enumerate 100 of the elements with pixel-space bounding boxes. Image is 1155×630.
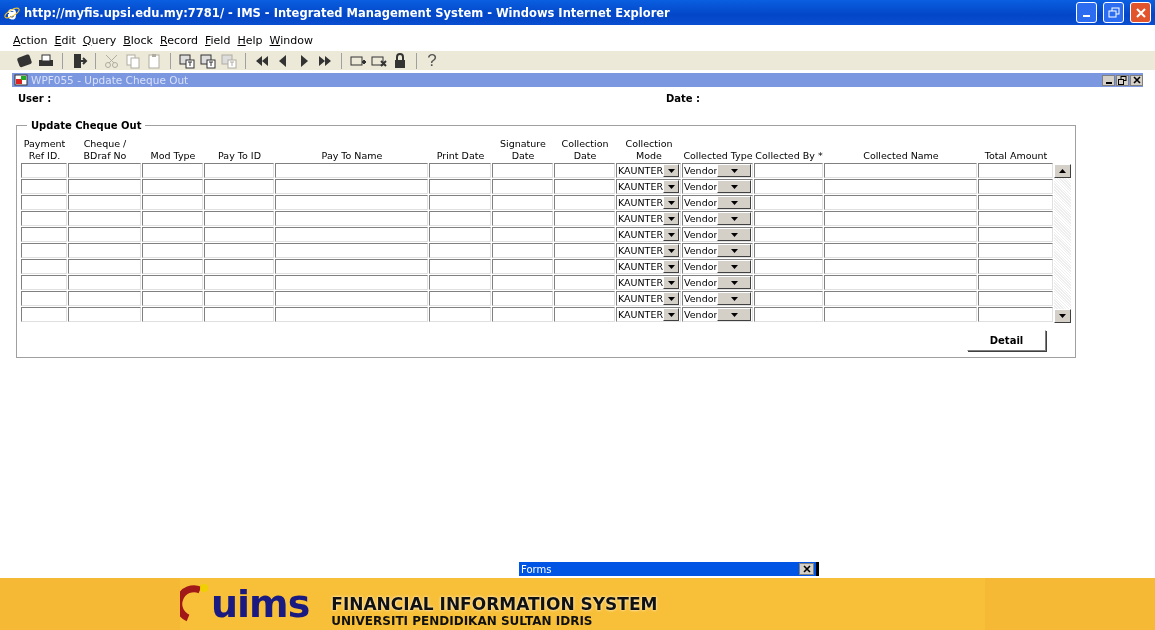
input-field[interactable] bbox=[554, 179, 615, 194]
input-field[interactable] bbox=[142, 211, 203, 226]
help-button[interactable]: ? bbox=[424, 51, 440, 70]
scroll-down-button[interactable] bbox=[1054, 309, 1071, 323]
input-field[interactable] bbox=[978, 243, 1053, 258]
minimize-button[interactable] bbox=[1102, 74, 1115, 86]
menu-item[interactable]: Query bbox=[82, 33, 117, 47]
menu-item[interactable]: Help bbox=[237, 33, 263, 47]
input-field[interactable] bbox=[21, 275, 67, 290]
input-field[interactable] bbox=[204, 307, 274, 322]
input-field[interactable] bbox=[429, 307, 491, 322]
input-field[interactable] bbox=[21, 163, 67, 178]
input-field[interactable] bbox=[824, 259, 977, 274]
input-field[interactable] bbox=[824, 243, 977, 258]
input-field[interactable] bbox=[824, 307, 977, 322]
dropdown-field[interactable]: Vendor bbox=[682, 163, 753, 178]
input-field[interactable] bbox=[554, 227, 615, 242]
input-field[interactable] bbox=[492, 195, 553, 210]
input-field[interactable] bbox=[275, 307, 428, 322]
input-field[interactable] bbox=[429, 195, 491, 210]
dropdown-field[interactable]: Vendor bbox=[682, 195, 753, 210]
input-field[interactable] bbox=[554, 195, 615, 210]
input-field[interactable] bbox=[754, 243, 823, 258]
input-field[interactable] bbox=[142, 291, 203, 306]
dropdown-field[interactable]: Vendor bbox=[682, 227, 753, 242]
query-icon[interactable] bbox=[178, 51, 196, 70]
input-field[interactable] bbox=[204, 259, 274, 274]
input-field[interactable] bbox=[21, 243, 67, 258]
dropdown-field[interactable]: KAUNTER bbox=[616, 291, 681, 306]
input-field[interactable] bbox=[204, 291, 274, 306]
input-field[interactable] bbox=[824, 291, 977, 306]
input-field[interactable] bbox=[142, 163, 203, 178]
dropdown-field[interactable]: Vendor bbox=[682, 211, 753, 226]
input-field[interactable] bbox=[824, 179, 977, 194]
input-field[interactable] bbox=[68, 291, 141, 306]
input-field[interactable] bbox=[754, 275, 823, 290]
dropdown-field[interactable]: KAUNTER bbox=[616, 243, 681, 258]
input-field[interactable] bbox=[21, 307, 67, 322]
input-field[interactable] bbox=[754, 179, 823, 194]
input-field[interactable] bbox=[142, 275, 203, 290]
input-field[interactable] bbox=[21, 179, 67, 194]
input-field[interactable] bbox=[754, 291, 823, 306]
input-field[interactable] bbox=[142, 307, 203, 322]
restore-button[interactable] bbox=[1116, 74, 1129, 86]
input-field[interactable] bbox=[492, 243, 553, 258]
input-field[interactable] bbox=[824, 163, 977, 178]
input-field[interactable] bbox=[492, 259, 553, 274]
input-field[interactable] bbox=[754, 195, 823, 210]
input-field[interactable] bbox=[754, 211, 823, 226]
input-field[interactable] bbox=[429, 291, 491, 306]
input-field[interactable] bbox=[21, 227, 67, 242]
input-field[interactable] bbox=[429, 227, 491, 242]
input-field[interactable] bbox=[429, 275, 491, 290]
input-field[interactable] bbox=[68, 243, 141, 258]
input-field[interactable] bbox=[142, 227, 203, 242]
input-field[interactable] bbox=[275, 179, 428, 194]
menu-item[interactable]: Record bbox=[160, 33, 198, 47]
input-field[interactable] bbox=[978, 163, 1053, 178]
input-field[interactable] bbox=[554, 163, 615, 178]
menu-item[interactable]: Window bbox=[269, 33, 313, 47]
input-field[interactable] bbox=[492, 307, 553, 322]
input-field[interactable] bbox=[68, 179, 141, 194]
input-field[interactable] bbox=[68, 275, 141, 290]
dropdown-field[interactable]: KAUNTER bbox=[616, 259, 681, 274]
scroll-up-button[interactable] bbox=[1054, 164, 1071, 178]
input-field[interactable] bbox=[824, 195, 977, 210]
input-field[interactable] bbox=[554, 211, 615, 226]
dropdown-field[interactable]: Vendor bbox=[682, 243, 753, 258]
input-field[interactable] bbox=[824, 275, 977, 290]
input-field[interactable] bbox=[492, 291, 553, 306]
input-field[interactable] bbox=[68, 163, 141, 178]
dropdown-field[interactable]: Vendor bbox=[682, 275, 753, 290]
input-field[interactable] bbox=[492, 275, 553, 290]
input-field[interactable] bbox=[978, 307, 1053, 322]
input-field[interactable] bbox=[978, 179, 1053, 194]
input-field[interactable] bbox=[21, 211, 67, 226]
input-field[interactable] bbox=[978, 275, 1053, 290]
input-field[interactable] bbox=[754, 163, 823, 178]
input-field[interactable] bbox=[275, 243, 428, 258]
input-field[interactable] bbox=[142, 259, 203, 274]
input-field[interactable] bbox=[824, 227, 977, 242]
input-field[interactable] bbox=[275, 163, 428, 178]
input-field[interactable] bbox=[68, 259, 141, 274]
input-field[interactable] bbox=[21, 259, 67, 274]
input-field[interactable] bbox=[429, 163, 491, 178]
close-button[interactable] bbox=[799, 563, 814, 575]
input-field[interactable] bbox=[275, 195, 428, 210]
input-field[interactable] bbox=[492, 163, 553, 178]
input-field[interactable] bbox=[492, 179, 553, 194]
input-field[interactable] bbox=[754, 307, 823, 322]
dropdown-field[interactable]: Vendor bbox=[682, 307, 753, 322]
input-field[interactable] bbox=[21, 291, 67, 306]
input-field[interactable] bbox=[275, 211, 428, 226]
input-field[interactable] bbox=[554, 259, 615, 274]
dropdown-field[interactable]: Vendor bbox=[682, 179, 753, 194]
close-button[interactable] bbox=[1130, 74, 1143, 86]
input-field[interactable] bbox=[429, 179, 491, 194]
input-field[interactable] bbox=[68, 227, 141, 242]
input-field[interactable] bbox=[754, 259, 823, 274]
input-field[interactable] bbox=[978, 291, 1053, 306]
